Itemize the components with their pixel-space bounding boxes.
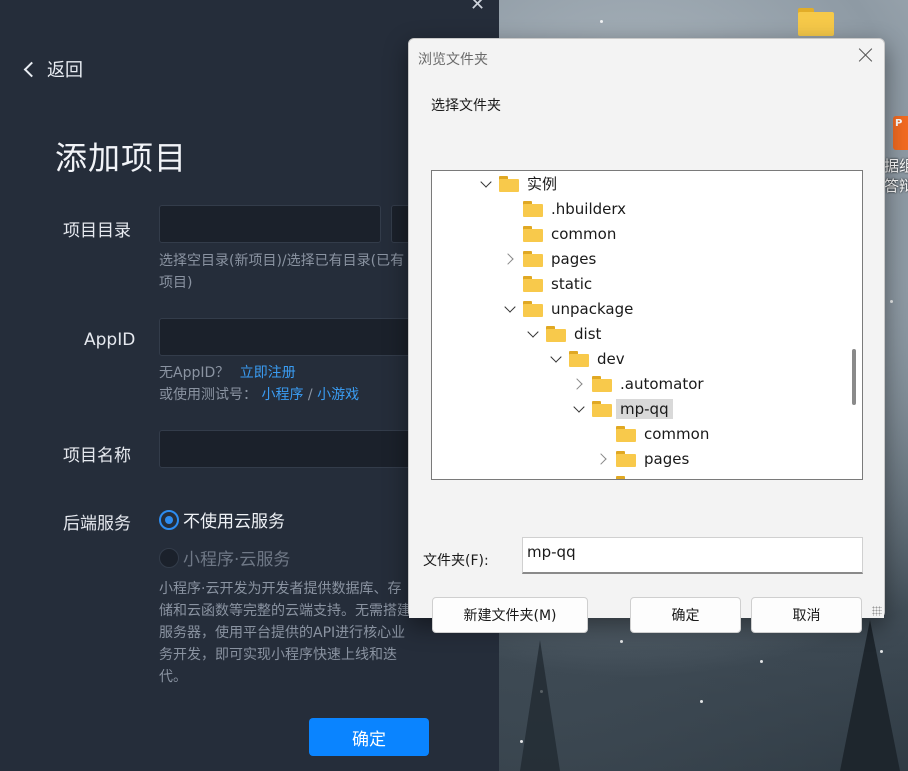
tree-item[interactable]: dist: [526, 321, 601, 346]
back-label: 返回: [47, 60, 83, 81]
new-folder-button[interactable]: 新建文件夹(M): [432, 597, 588, 633]
register-link[interactable]: 立即注册: [240, 365, 296, 381]
tree-item[interactable]: .hbuilderx: [523, 196, 626, 221]
resize-grip[interactable]: [872, 606, 882, 616]
desktop-file-icon[interactable]: P: [893, 116, 908, 150]
dialog-titlebar[interactable]: 浏览文件夹: [409, 39, 884, 75]
desktop-folder-icon[interactable]: [798, 8, 834, 36]
folder-icon: [546, 325, 566, 342]
folder-icon: [616, 475, 636, 479]
project-dir-hint-cont: 项目): [159, 275, 193, 291]
folder-icon: [569, 350, 589, 367]
mini-program-link[interactable]: 小程序: [261, 387, 303, 403]
no-cloud-radio[interactable]: [159, 510, 179, 530]
folder-icon: [523, 200, 543, 217]
project-dir-label: 项目目录: [63, 221, 131, 241]
appid-input[interactable]: [159, 318, 421, 356]
folder-icon: [616, 450, 636, 467]
project-name-label: 项目名称: [63, 446, 131, 466]
chevron-right-icon[interactable]: [572, 377, 586, 391]
dialog-content: 选择文件夹 实例 .hbuilderx common pages static …: [409, 75, 884, 633]
tree-item[interactable]: common: [523, 221, 616, 246]
folder-icon: [592, 400, 612, 417]
tree-scrollbar[interactable]: [852, 349, 856, 405]
folder-icon: [592, 375, 612, 392]
chevron-down-icon[interactable]: [503, 302, 517, 316]
ok-button[interactable]: 确定: [630, 597, 741, 633]
close-icon[interactable]: ✕: [470, 0, 485, 15]
browse-folder-dialog: 浏览文件夹 选择文件夹 实例 .hbuilderx common pages s…: [408, 38, 885, 633]
close-icon[interactable]: [858, 47, 874, 63]
chevron-down-icon[interactable]: [549, 352, 563, 366]
page-title: 添加项目: [55, 139, 188, 177]
tree-item[interactable]: 实例: [479, 171, 557, 196]
cloud-description: 小程序·云开发为开发者提供数据库、存 储和云函数等完整的云端支持。无需搭建 服务…: [159, 581, 411, 685]
link-separator: /: [307, 387, 313, 403]
cloud-label[interactable]: 小程序·云服务: [183, 545, 290, 570]
tree-item[interactable]: .automator: [572, 371, 704, 396]
chevron-right-icon[interactable]: [503, 252, 517, 266]
test-account-text: 或使用测试号：: [159, 387, 257, 403]
dialog-description: 选择文件夹: [431, 98, 501, 114]
tree-item[interactable]: unpackage: [503, 296, 633, 321]
tree-item[interactable]: pages: [596, 446, 689, 471]
chevron-down-icon[interactable]: [526, 327, 540, 341]
chevron-down-icon[interactable]: [479, 177, 493, 191]
tree-item[interactable]: common: [616, 421, 709, 446]
folder-tree[interactable]: 实例 .hbuilderx common pages static unpack…: [431, 170, 863, 480]
chevron-down-icon[interactable]: [572, 402, 586, 416]
dialog-title: 浏览文件夹: [418, 52, 488, 68]
folder-icon: [523, 250, 543, 267]
folder-input[interactable]: mp-qq: [522, 537, 863, 574]
no-appid-text: 无AppID？: [159, 365, 230, 381]
chevron-left-icon: [23, 61, 40, 77]
appid-label: AppID: [84, 330, 136, 350]
chevron-right-icon[interactable]: [596, 452, 610, 466]
project-dir-hint: 选择空目录(新项目)/选择已有目录(已有: [159, 253, 405, 269]
mini-game-link[interactable]: 小游戏: [317, 387, 359, 403]
folder-label: 文件夹(F):: [423, 553, 489, 569]
folder-icon: [523, 300, 543, 317]
tree-item[interactable]: pages: [503, 246, 596, 271]
cloud-radio[interactable]: [159, 548, 179, 568]
folder-icon: [499, 175, 519, 192]
folder-icon: [616, 425, 636, 442]
backend-label: 后端服务: [63, 514, 131, 534]
back-button[interactable]: 返回: [22, 56, 83, 82]
desktop-file-label: 据组 答辩: [884, 157, 908, 195]
cancel-button[interactable]: 取消: [751, 597, 862, 633]
tree-item[interactable]: static: [523, 271, 592, 296]
project-name-input[interactable]: [159, 430, 421, 468]
confirm-button[interactable]: 确定: [309, 718, 429, 756]
tree-item-partial[interactable]: [616, 471, 644, 479]
no-cloud-label[interactable]: 不使用云服务: [183, 507, 285, 532]
folder-icon: [523, 225, 543, 242]
tree-item-selected[interactable]: mp-qq: [572, 396, 673, 421]
tree-item[interactable]: dev: [549, 346, 625, 371]
project-dir-input[interactable]: [159, 205, 381, 243]
folder-icon: [523, 275, 543, 292]
